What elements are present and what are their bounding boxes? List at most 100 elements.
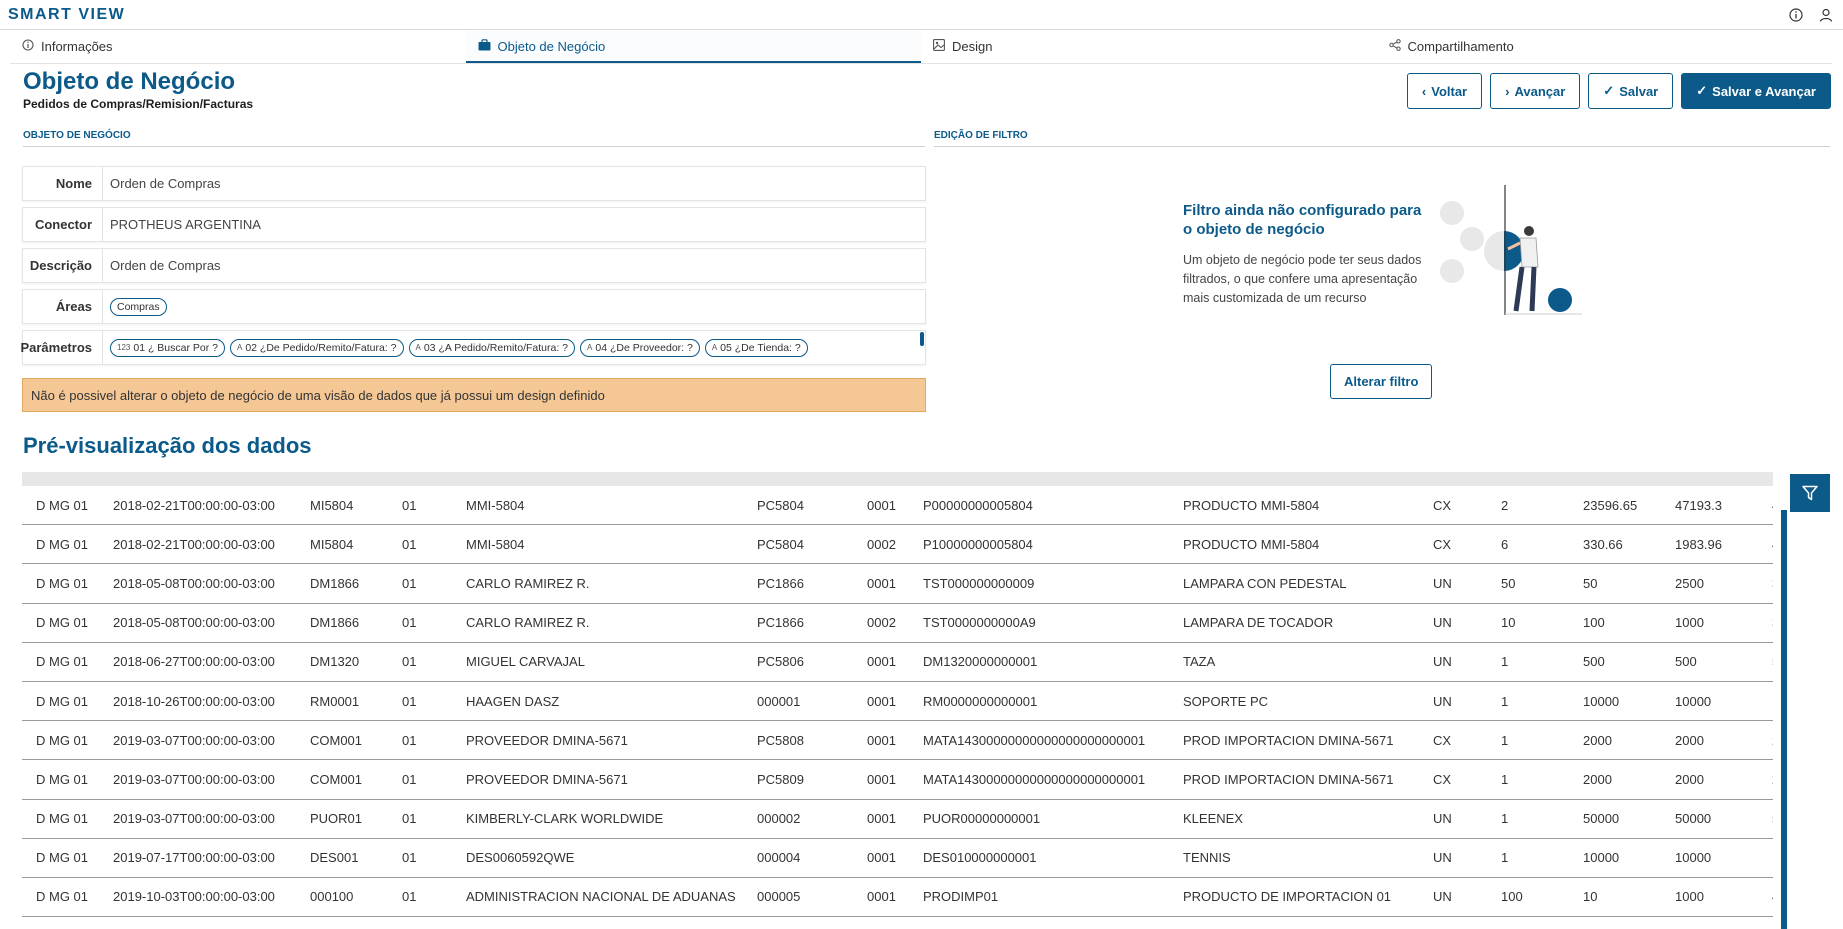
table-cell: 0002 (867, 536, 896, 552)
table-row[interactable]: D MG 01 2018-05-08T00:00:00-03:00 DM1866 01… (22, 564, 1773, 604)
parameter-chip-label: 05 ¿De Tienda: ? (720, 341, 801, 354)
table-row[interactable]: D MG 01 2019-03-07T00:00:00-03:00 COM001 01… (22, 721, 1773, 761)
table-cell: D MG 01 (36, 654, 89, 670)
table-cell: 200 (1758, 772, 1773, 787)
table-cell: 2019-03-07T00:00:00-03:00 (113, 732, 275, 748)
parameter-chip[interactable]: 123 01 ¿ Buscar Por ? (110, 338, 225, 357)
table-cell: 500 (1675, 654, 1697, 670)
table-cell: PRODIMP01 (923, 889, 999, 905)
table-cell: 2019-03-07T00:00:00-03:00 (113, 771, 275, 787)
table-scrollbar[interactable] (1781, 510, 1787, 929)
table-cell: 0002 (867, 615, 896, 631)
save-and-next-label: Salvar e Avançar (1712, 83, 1816, 99)
tab-design[interactable]: Design (921, 31, 1377, 63)
table-cell: 10 (1583, 889, 1598, 905)
table-cell: MMI-5804 (466, 497, 525, 513)
table-cell: CX (1433, 536, 1452, 552)
table-cell: 000100 (310, 889, 354, 905)
table-cell: 491 (1758, 498, 1773, 513)
text-type-icon: A (415, 343, 421, 352)
tab-objeto-de-negocio[interactable]: Objeto de Negócio (465, 31, 921, 63)
table-cell: 01 (402, 497, 417, 513)
table-cell: LAMPARA DE TOCADOR (1183, 615, 1334, 631)
area-chip[interactable]: Compras (110, 297, 167, 316)
app-title: SMART VIEW (8, 5, 126, 23)
table-cell: 01 (402, 654, 417, 670)
user-icon[interactable] (1819, 8, 1833, 22)
table-row[interactable]: D MG 01 2019-07-17T00:00:00-03:00 DES001 01… (22, 839, 1773, 878)
table-row[interactable]: D MG 01 2018-02-21T00:00:00-03:00 MI5804 01… (22, 525, 1773, 565)
table-cell: 0001 (867, 850, 896, 866)
table-cell: UN (1433, 693, 1452, 709)
parametros-label: Parâmetros (20, 331, 103, 364)
table-body: D MG 01 2018-02-21T00:00:00-03:00 MI5804 01… (22, 486, 1773, 918)
table-row[interactable]: D MG 01 2019-03-07T00:00:00-03:00 COM001 01… (22, 760, 1773, 800)
table-row[interactable]: D MG 01 2018-05-08T00:00:00-03:00 DM1866 01… (22, 604, 1773, 643)
table-cell: 000004 (757, 850, 801, 866)
tab-compartilhamento[interactable]: Compartilhamento (1377, 31, 1833, 63)
table-cell: 47193.3 (1675, 497, 1722, 513)
descricao-row: Descrição Orden de Compras (22, 248, 926, 283)
info-icon[interactable] (1789, 7, 1803, 22)
table-cell: 1 (1501, 771, 1509, 787)
chevron-left-icon: ‹ (1421, 83, 1427, 99)
table-cell: DM1320000000001 (923, 654, 1038, 670)
nome-field[interactable]: Orden de Compras (103, 167, 925, 200)
table-cell: MI5804 (310, 497, 354, 513)
table-cell: DES010000000001 (923, 850, 1037, 866)
table-cell: 01 (402, 536, 417, 552)
text-type-icon: A (711, 343, 718, 352)
table-row[interactable]: D MG 01 2019-03-07T00:00:00-03:00 PUOR01 01… (22, 800, 1773, 839)
table-cell: 01 (402, 732, 417, 748)
tab-informacoes[interactable]: Informações (10, 31, 466, 63)
section-header-filter-edit: EDIÇÃO DE FILTRO (934, 130, 1830, 147)
table-cell: 0001 (867, 654, 896, 670)
table-cell: 500 (1758, 811, 1773, 826)
parametros-field[interactable]: 123 01 ¿ Buscar Por ? A 02 ¿De Pedido/Remi… (103, 331, 925, 364)
text-type-icon: A (587, 343, 593, 352)
change-filter-button[interactable]: Alterar filtro (1330, 364, 1433, 399)
table-row[interactable]: D MG 01 2019-10-03T00:00:00-03:00 000100 01… (22, 878, 1773, 918)
table-cell: 2500 (1675, 575, 1704, 591)
table-cell: 23596.65 (1583, 497, 1638, 513)
table-cell: 0001 (867, 889, 896, 905)
table-cell: TST0000000000A9 (923, 615, 1036, 631)
table-row[interactable]: D MG 01 2018-02-21T00:00:00-03:00 MI5804 01… (22, 486, 1773, 526)
page-subtitle: Pedidos de Compras/Remision/Facturas (23, 97, 254, 111)
table-cell: 0001 (867, 497, 896, 513)
table-cell: P10000000005804 (923, 536, 1033, 552)
table-cell: 2 (1501, 497, 1509, 513)
table-cell: 400 (1758, 889, 1773, 904)
back-button[interactable]: ‹ Voltar (1406, 73, 1483, 109)
table-cell: UN (1433, 811, 1452, 827)
table-cell: MIGUEL CARVAJAL (466, 654, 585, 670)
parameter-chip-label: 03 ¿A Pedido/Remito/Fatura: ? (423, 341, 569, 354)
parameter-chip[interactable]: A 04 ¿De Proveedor: ? (580, 338, 700, 357)
table-cell: 1 (1501, 850, 1509, 866)
table-cell: 100 (1583, 615, 1605, 631)
table-cell: MI5804 (310, 536, 354, 552)
conector-field[interactable]: PROTHEUS ARGENTINA (103, 208, 925, 241)
parameter-chip[interactable]: A 03 ¿A Pedido/Remito/Fatura: ? (408, 338, 576, 357)
filter-empty-title: Filtro ainda não configurado para o obje… (1183, 202, 1422, 238)
table-cell: 0001 (867, 693, 896, 709)
parameter-chip[interactable]: A 05 ¿De Tienda: ? (704, 338, 808, 357)
next-button[interactable]: › Avançar (1490, 73, 1581, 109)
save-button[interactable]: ✓ Salvar (1588, 73, 1674, 109)
table-cell: 50000 (1583, 811, 1620, 827)
table-cell: 1 (1501, 693, 1509, 709)
parameter-chip[interactable]: A 02 ¿De Pedido/Remito/Fatura: ? (229, 338, 404, 357)
table-row[interactable]: D MG 01 2018-06-27T00:00:00-03:00 DM1320 01… (22, 643, 1773, 682)
section-header-business-object: OBJETO DE NEGÓCIO (23, 130, 925, 147)
chips-scrollbar[interactable] (920, 332, 924, 346)
table-cell: CARLO RAMIREZ R. (466, 575, 590, 591)
table-filter-button[interactable] (1790, 474, 1830, 512)
save-and-next-button[interactable]: ✓ Salvar e Avançar (1681, 73, 1831, 109)
areas-field[interactable]: Compras (103, 290, 925, 323)
table-cell: MMI-5804 (466, 536, 525, 552)
table-cell: DM1866 (310, 615, 360, 631)
descricao-field[interactable]: Orden de Compras (103, 249, 925, 282)
table-row[interactable]: D MG 01 2018-10-26T00:00:00-03:00 RM0001 01… (22, 682, 1773, 722)
table-cell: 2018-06-27T00:00:00-03:00 (113, 654, 275, 670)
back-button-label: Voltar (1431, 83, 1468, 99)
